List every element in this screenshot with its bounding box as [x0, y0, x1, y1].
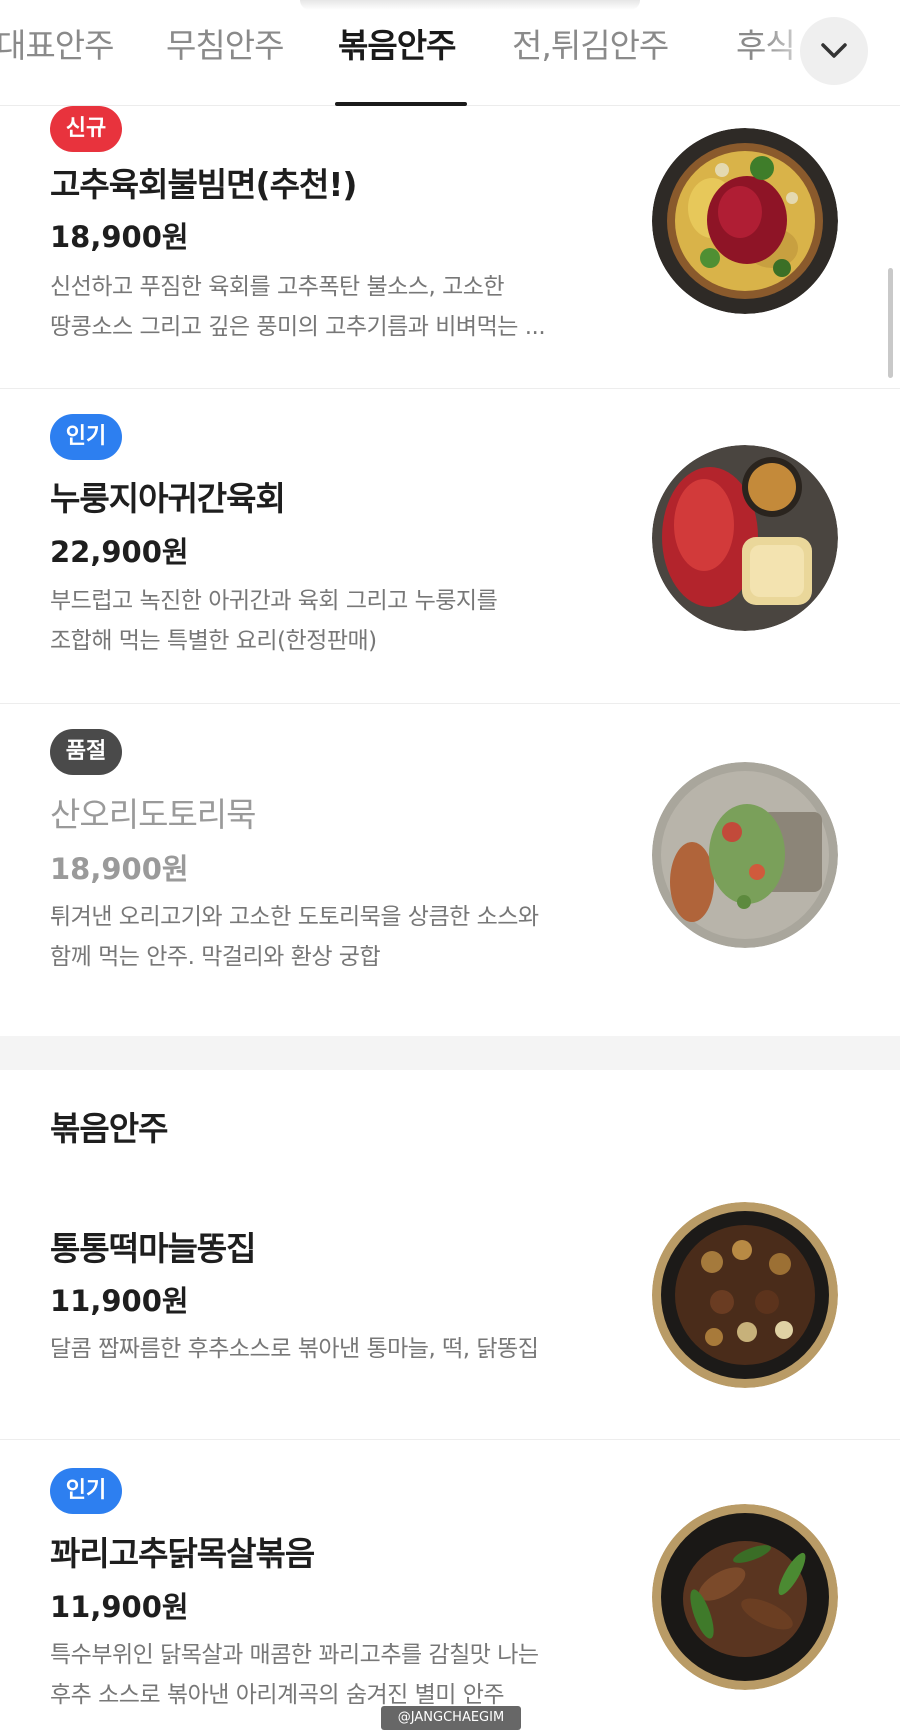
menu-item-description: 달콤 짭짜름한 후추소스로 볶아낸 통마늘, 떡, 닭똥집 [50, 1329, 605, 1369]
food-photo-duck-acorn-jelly[interactable] [652, 762, 838, 948]
description-line: 후추 소스로 볶아낸 아리계곡의 숨겨진 별미 안주 [50, 1682, 505, 1708]
menu-item[interactable]: 신규 고추육회불빔면(추천!) 18,900원 신선하고 푸짐한 육회를 고추폭… [0, 106, 900, 389]
description-line: 함께 먹는 안주. 막걸리와 환상 궁합 [50, 944, 381, 970]
monkfish-liver-image [652, 445, 838, 631]
new-badge: 신규 [50, 106, 122, 152]
top-shade [300, 0, 640, 10]
scrollbar-thumb[interactable] [888, 268, 893, 378]
description-line: 튀겨낸 오리고기와 고소한 도토리묵을 상큼한 소스와 [50, 904, 539, 930]
description-line: 부드럽고 녹진한 아귀간과 육회 그리고 누룽지를 [50, 588, 498, 614]
tab-muchim[interactable]: 무침안주 [166, 26, 284, 66]
chevron-down-icon [821, 43, 847, 58]
menu-item-price: 22,900원 [50, 535, 189, 569]
food-photo-bibimmyeon[interactable] [652, 128, 838, 314]
menu-item-description: 튀겨낸 오리고기와 고소한 도토리묵을 상큼한 소스와 함께 먹는 안주. 막걸… [50, 897, 605, 977]
category-tab-bar: 대표안주 무침안주 볶음안주 전,튀김안주 후식 [0, 0, 900, 106]
menu-item-name: 꽈리고추닭목살볶음 [50, 1534, 315, 1573]
menu-item[interactable]: 통통떡마늘똥집 11,900원 달콤 짭짜름한 후추소스로 볶아낸 통마늘, 떡… [0, 1200, 900, 1440]
menu-item-soldout[interactable]: 품절 산오리도토리묵 18,900원 튀겨낸 오리고기와 고소한 도토리묵을 상… [0, 704, 900, 1036]
description-line: 특수부위인 닭목살과 매콤한 꽈리고추를 감칠맛 나는 [50, 1642, 539, 1668]
popular-badge: 인기 [50, 1468, 122, 1514]
description-line: 신선하고 푸짐한 육회를 고추폭탄 불소스, 고소한 [50, 274, 505, 300]
menu-item-description: 부드럽고 녹진한 아귀간과 육회 그리고 누룽지를 조합해 먹는 특별한 요리(… [50, 581, 605, 661]
section-title: 볶음안주 [50, 1109, 168, 1148]
menu-item[interactable]: 인기 누룽지아귀간육회 22,900원 부드럽고 녹진한 아귀간과 육회 그리고… [0, 389, 900, 704]
menu-item-name: 통통떡마늘똥집 [50, 1229, 257, 1268]
menu-item-name: 고추육회불빔면(추천!) [50, 165, 357, 204]
menu-item-description: 신선하고 푸짐한 육회를 고추폭탄 불소스, 고소한 땅콩소스 그리고 깊은 풍… [50, 267, 605, 347]
tab-bokkeum[interactable]: 볶음안주 [338, 26, 456, 66]
menu-item-price: 18,900원 [50, 852, 189, 886]
menu-item-price: 11,900원 [50, 1284, 189, 1318]
food-photo-gizzard[interactable] [652, 1202, 838, 1388]
menu-item-price: 11,900원 [50, 1590, 189, 1624]
menu-item-name: 누룽지아귀간육회 [50, 479, 286, 518]
bibimmyeon-image [652, 128, 838, 314]
tab-jeon-fried[interactable]: 전,튀김안주 [512, 26, 669, 66]
active-tab-indicator [335, 102, 467, 106]
soldout-badge: 품절 [50, 729, 122, 775]
watermark: @JANGCHAEGIM [381, 1706, 521, 1730]
menu-item-description: 특수부위인 닭목살과 매콤한 꽈리고추를 감칠맛 나는 후추 소스로 볶아낸 아… [50, 1635, 605, 1715]
duck-acorn-jelly-image [652, 762, 838, 948]
menu-item-name: 산오리도토리묵 [50, 795, 257, 834]
menu-item[interactable]: 인기 꽈리고추닭목살볶음 11,900원 특수부위인 닭목살과 매콤한 꽈리고추… [0, 1440, 900, 1730]
description-line: 땅콩소스 그리고 깊은 풍미의 고추기름과 비벼먹는 ... [50, 314, 546, 340]
section-divider [0, 1036, 900, 1070]
menu-page: 대표안주 무침안주 볶음안주 전,튀김안주 후식 신규 고추육회불빔면(추천!)… [0, 0, 900, 1730]
popular-badge: 인기 [50, 414, 122, 460]
description-line: 조합해 먹는 특별한 요리(한정판매) [50, 628, 377, 654]
food-photo-chicken-neck[interactable] [652, 1504, 838, 1690]
expand-categories-button[interactable] [800, 17, 868, 85]
tab-signature[interactable]: 대표안주 [0, 26, 114, 66]
description-line: 달콤 짭짜름한 후추소스로 볶아낸 통마늘, 떡, 닭똥집 [50, 1336, 539, 1362]
gizzard-image [652, 1202, 838, 1388]
chicken-neck-image [652, 1504, 838, 1690]
food-photo-monkfish-liver[interactable] [652, 445, 838, 631]
menu-item-price: 18,900원 [50, 220, 189, 254]
